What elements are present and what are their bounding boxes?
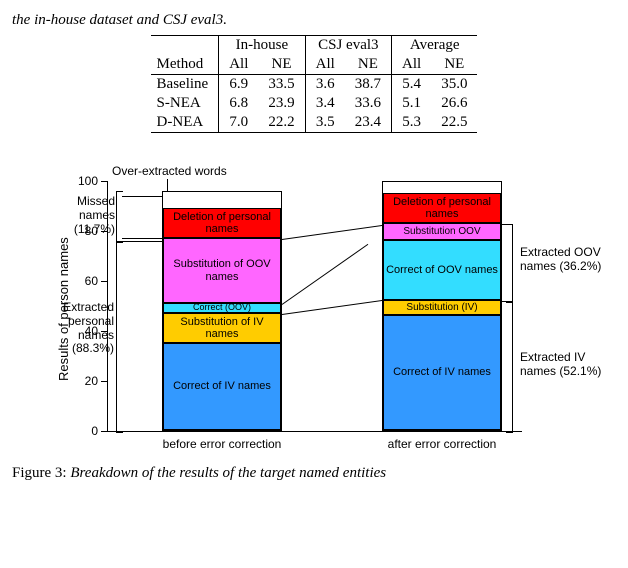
- leader-line: [502, 224, 506, 225]
- cell: 7.0: [219, 113, 259, 133]
- annot-over-extracted: Over-extracted words: [112, 165, 227, 179]
- cell: 26.6: [431, 94, 477, 113]
- y-tick-label: 0: [70, 424, 98, 438]
- cell: 3.5: [305, 113, 345, 133]
- annot-extracted-iv: Extracted IV names (52.1%): [520, 351, 610, 379]
- cell: 6.9: [219, 75, 259, 95]
- guide-line: [282, 225, 383, 240]
- cell: 22.5: [431, 113, 477, 133]
- bar-after: Correct of IV names Substitution (IV) Co…: [382, 181, 502, 431]
- header-method: Method: [151, 55, 219, 75]
- y-tick: [101, 181, 107, 182]
- cell: 3.4: [305, 94, 345, 113]
- figure-caption-label: Figure 3:: [12, 465, 67, 481]
- annot-extracted-personal: Extracted personal names (88.3%): [52, 301, 114, 356]
- header-group-csj: CSJ eval3: [305, 36, 391, 56]
- cell: 3.6: [305, 75, 345, 95]
- guide-line: [282, 244, 369, 305]
- cell: 33.5: [258, 75, 305, 95]
- y-tick-label: 60: [70, 274, 98, 288]
- cell: 33.6: [345, 94, 392, 113]
- cell: 5.3: [392, 113, 432, 133]
- header-inhouse-ne: NE: [258, 55, 305, 75]
- cell: 5.1: [392, 94, 432, 113]
- guide-line: [282, 300, 383, 315]
- annot-extracted-oov: Extracted OOV names (36.2%): [520, 246, 610, 274]
- seg-sub-oov: Substitution OOV: [383, 223, 501, 240]
- figure-3: 0 20 40 60 80 100 Results of person name…: [12, 151, 612, 461]
- bracket-extracted-personal: [116, 241, 123, 433]
- leader-line: [122, 431, 162, 432]
- leader-line: [502, 301, 506, 302]
- x-label-before: before error correction: [142, 437, 302, 451]
- header-csj-all: All: [305, 55, 345, 75]
- seg-deletion: Deletion of personal names: [383, 193, 501, 223]
- seg-sub-oov: Substitution of OOV names: [163, 238, 281, 303]
- header-avg-all: All: [392, 55, 432, 75]
- seg-deletion: Deletion of personal names: [163, 208, 281, 238]
- seg-correct-iv: Correct of IV names: [383, 315, 501, 430]
- bracket-extracted-oov: [506, 224, 513, 303]
- figure-caption-text: Breakdown of the results of the target n…: [70, 465, 386, 481]
- annot-missed: Missed names (11.7%): [60, 195, 115, 236]
- cell: 38.7: [345, 75, 392, 95]
- bar-before: Correct of IV names Substitution of IV n…: [162, 191, 282, 431]
- header-group-average: Average: [392, 36, 478, 56]
- header-csj-ne: NE: [345, 55, 392, 75]
- x-axis: [107, 431, 522, 432]
- cell: 35.0: [431, 75, 477, 95]
- leader-line: [122, 238, 162, 239]
- cell: 6.8: [219, 94, 259, 113]
- table-header-row-groups: In-house CSJ eval3 Average: [151, 36, 478, 56]
- table-row: Baseline 6.9 33.5 3.6 38.7 5.4 35.0: [151, 75, 478, 95]
- bracket-extracted-iv: [506, 301, 513, 433]
- table-row: D-NEA 7.0 22.2 3.5 23.4 5.3 22.5: [151, 113, 478, 133]
- cell-method: S-NEA: [151, 94, 219, 113]
- leader-line: [502, 431, 506, 432]
- cell: 23.9: [258, 94, 305, 113]
- x-label-after: after error correction: [362, 437, 522, 451]
- seg-correct-oov: Correct (OOV): [163, 303, 281, 313]
- bracket-missed: [116, 191, 123, 243]
- leader-line: [167, 179, 168, 191]
- results-table: In-house CSJ eval3 Average Method All NE…: [151, 35, 478, 133]
- y-tick-label: 20: [70, 374, 98, 388]
- header-group-inhouse: In-house: [219, 36, 305, 56]
- leader-line: [122, 196, 162, 197]
- table-row: S-NEA 6.8 23.9 3.4 33.6 5.1 26.6: [151, 94, 478, 113]
- table-caption-fragment: the in-house dataset and CSJ eval3.: [12, 12, 616, 29]
- cell: 22.2: [258, 113, 305, 133]
- figure-caption: Figure 3: Breakdown of the results of th…: [12, 465, 616, 482]
- cell-method: Baseline: [151, 75, 219, 95]
- header-avg-ne: NE: [431, 55, 477, 75]
- y-tick: [101, 281, 107, 282]
- cell: 5.4: [392, 75, 432, 95]
- cell-method: D-NEA: [151, 113, 219, 133]
- header-empty: [151, 36, 219, 56]
- leader-line: [122, 241, 162, 242]
- seg-correct-iv: Correct of IV names: [163, 343, 281, 430]
- table-header-row-cols: Method All NE All NE All NE: [151, 55, 478, 75]
- y-tick: [101, 381, 107, 382]
- y-tick: [101, 431, 107, 432]
- seg-sub-iv: Substitution of IV names: [163, 313, 281, 343]
- seg-correct-oov: Correct of OOV names: [383, 240, 501, 300]
- cell: 23.4: [345, 113, 392, 133]
- seg-sub-iv: Substitution (IV): [383, 300, 501, 315]
- header-inhouse-all: All: [219, 55, 259, 75]
- y-tick-label: 100: [70, 174, 98, 188]
